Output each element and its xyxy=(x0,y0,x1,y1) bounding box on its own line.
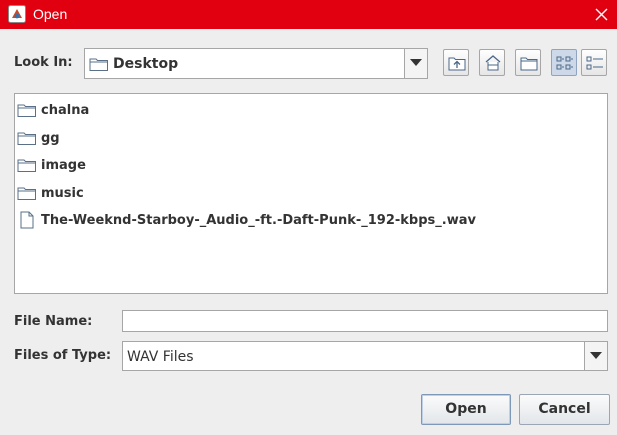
file-name-label: gg xyxy=(41,131,60,146)
file-name-label: chalna xyxy=(41,103,90,118)
new-folder-icon xyxy=(520,57,538,71)
folder-icon xyxy=(17,185,37,205)
open-button[interactable]: Open xyxy=(421,394,511,425)
files-of-type-combo[interactable]: WAV Files xyxy=(122,341,608,371)
close-icon xyxy=(595,8,608,21)
file-icon xyxy=(20,211,34,233)
look-in-dropdown-button[interactable] xyxy=(404,49,427,78)
look-in-combo[interactable]: Desktop xyxy=(84,48,428,79)
file-list[interactable]: chalna gg image music The-Weeknd-Starboy… xyxy=(14,93,608,294)
look-in-value: Desktop xyxy=(113,56,179,72)
window-title: Open xyxy=(33,6,68,22)
files-of-type-label: Files of Type: xyxy=(14,348,112,363)
close-button[interactable] xyxy=(586,0,617,29)
up-one-level-icon xyxy=(448,57,466,71)
file-name-label: image xyxy=(41,158,86,173)
folder-icon xyxy=(17,157,37,177)
details-view-button[interactable] xyxy=(581,49,607,76)
file-name-label: The-Weeknd-Starboy-_Audio_-ft.-Daft-Punk… xyxy=(41,213,476,228)
chevron-down-icon xyxy=(410,59,422,66)
new-folder-button[interactable] xyxy=(515,49,541,76)
file-name-label: File Name: xyxy=(14,314,93,329)
home-button[interactable] xyxy=(479,49,505,76)
folder-icon xyxy=(17,130,37,150)
folder-icon xyxy=(17,102,37,122)
files-of-type-value: WAV Files xyxy=(127,349,194,365)
file-name-label: music xyxy=(41,186,84,201)
details-view-icon xyxy=(586,56,603,70)
list-view-button[interactable] xyxy=(551,49,577,76)
list-view-icon xyxy=(556,56,573,70)
file-name-input[interactable] xyxy=(122,310,608,332)
cancel-button[interactable]: Cancel xyxy=(519,394,610,425)
up-one-level-button[interactable] xyxy=(443,49,469,76)
title-bar: Open xyxy=(0,0,617,29)
folder-icon xyxy=(89,56,109,76)
chevron-down-icon xyxy=(590,352,602,359)
look-in-label: Look In: xyxy=(14,55,73,70)
java-app-icon xyxy=(8,5,26,23)
files-of-type-dropdown-button[interactable] xyxy=(584,342,607,370)
home-icon xyxy=(485,55,501,71)
